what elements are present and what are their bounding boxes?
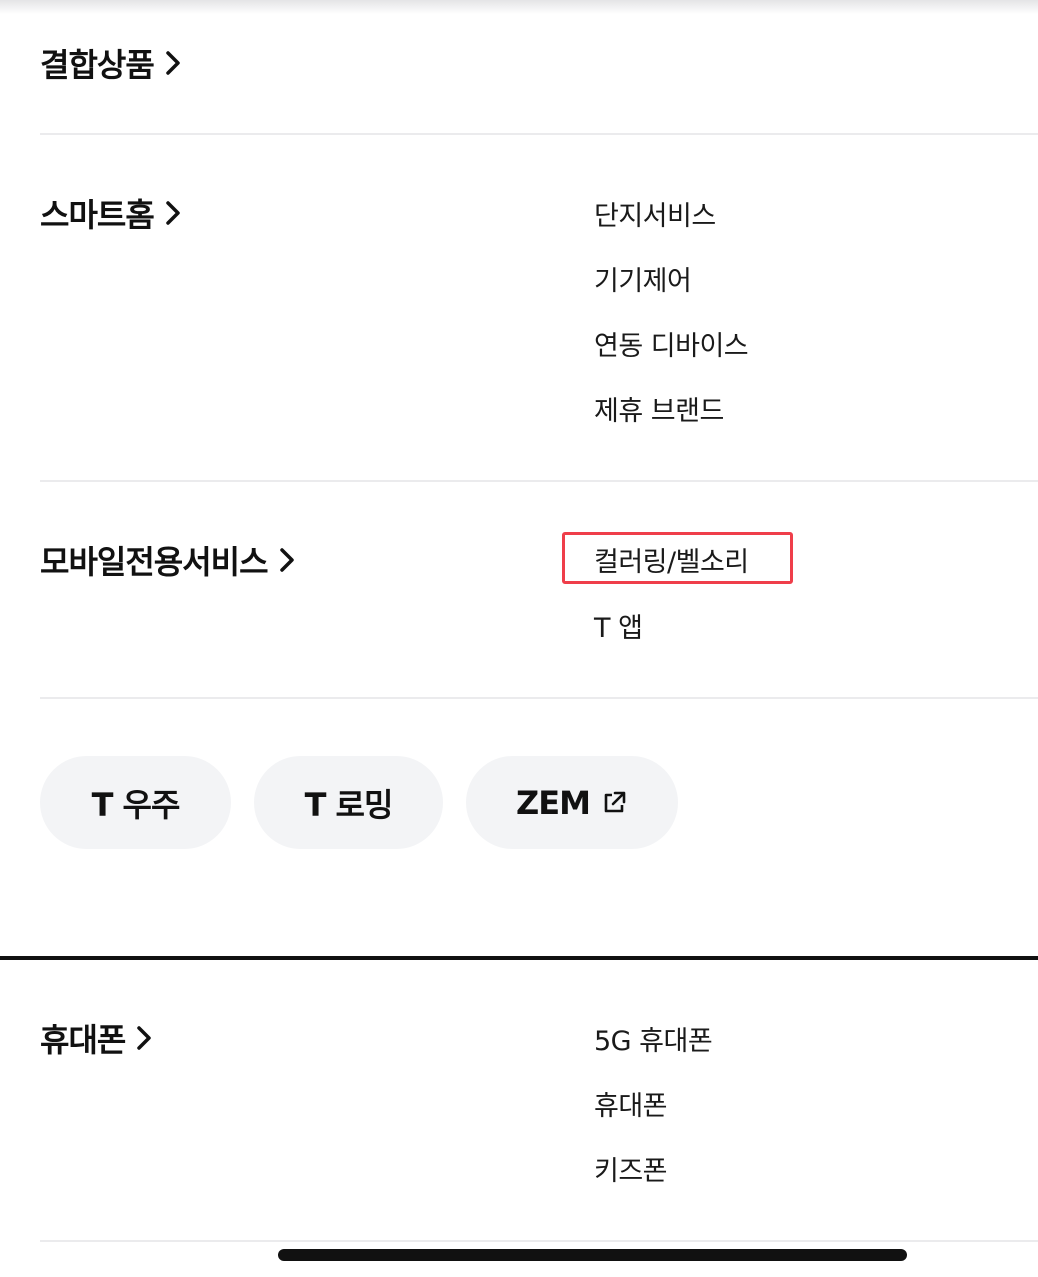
submenu-item[interactable]: 키즈폰 [594,1149,668,1188]
category-title: 휴대폰 [40,1021,126,1059]
chevron-right-icon [279,548,294,572]
category-phone-link[interactable]: 휴대폰 [40,1015,153,1061]
category-title: 모바일전용서비스 [40,543,269,581]
chevron-right-icon [166,201,180,225]
category-title: 스마트홈 [40,196,155,234]
pill-label: T 로밍 [304,785,394,824]
submenu-item[interactable]: 기기제어 [594,259,692,298]
pill-label: T 우주 [91,785,181,824]
submenu-item[interactable]: T 앱 [594,606,643,645]
submenu-item[interactable]: 5G 휴대폰 [594,1019,713,1058]
submenu-item[interactable]: 연동 디바이스 [594,324,749,363]
chevron-right-icon [166,51,180,75]
divider [40,480,1038,482]
category-title: 결합상품 [40,46,155,84]
external-link-icon [604,791,626,812]
divider [40,697,1038,699]
submenu-item[interactable]: 단지서비스 [594,194,716,233]
category-mobile-services-link[interactable]: 모바일전용서비스 [40,537,296,583]
t-universe-button[interactable]: T 우주 [40,756,231,849]
category-bundle-link[interactable]: 결합상품 [40,40,182,86]
submenu-item[interactable]: 제휴 브랜드 [594,389,724,428]
divider [40,1240,1038,1242]
t-roaming-button[interactable]: T 로밍 [254,756,443,849]
divider [40,133,1038,135]
menu-page: 결합상품 스마트홈 단지서비스 기기제어 연동 디바이스 제휴 브랜드 모바일전… [0,0,1038,1277]
section-divider [0,956,1038,960]
category-smarthome-link[interactable]: 스마트홈 [40,190,182,236]
top-shadow [0,0,1038,14]
submenu-item[interactable]: 휴대폰 [594,1084,668,1123]
pill-label: ZEM [516,783,591,822]
home-indicator[interactable] [278,1249,907,1261]
zem-button[interactable]: ZEM [466,756,678,849]
chevron-right-icon [137,1026,152,1050]
highlight-box [562,532,793,584]
